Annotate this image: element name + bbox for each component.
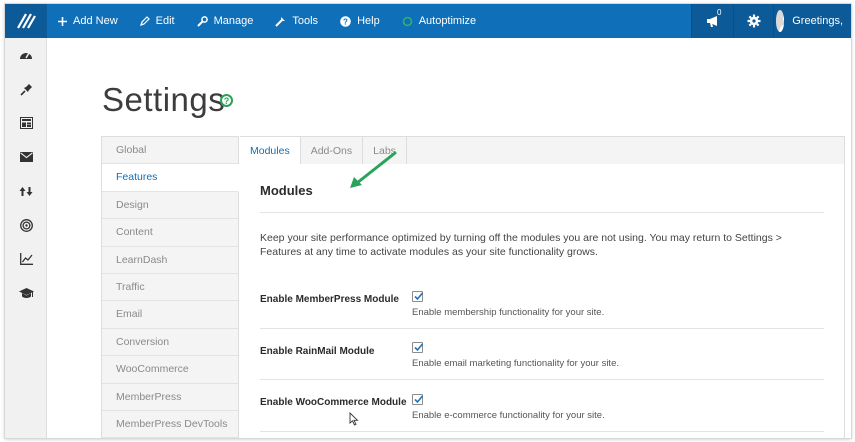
- notifications-button[interactable]: 0: [691, 4, 733, 38]
- checkmark-icon: [414, 343, 424, 352]
- nav-item-memberpress[interactable]: MemberPress: [102, 384, 238, 411]
- browser-window: Add New Edit Manage Tools ? Help Autopti…: [5, 4, 851, 438]
- memberpress-module-checkbox[interactable]: [412, 291, 424, 302]
- divider: [260, 379, 824, 380]
- sidebar-item-analytics[interactable]: [5, 242, 47, 276]
- tools-menu[interactable]: Tools: [264, 4, 329, 38]
- sidebar-item-dashboard[interactable]: [5, 38, 47, 72]
- wrench-icon: [196, 15, 208, 27]
- sidebar-item-courses[interactable]: [5, 276, 47, 310]
- section-heading: Modules: [260, 183, 313, 198]
- gear-icon: [747, 14, 760, 28]
- nav-item-global[interactable]: Global: [102, 137, 238, 165]
- greeting-text: Greetings,: [792, 15, 843, 27]
- left-sidebar: [5, 38, 47, 438]
- plus-icon: [58, 16, 67, 26]
- avatar: [776, 10, 785, 32]
- site-logo[interactable]: [5, 4, 47, 38]
- manage-menu[interactable]: Manage: [186, 4, 265, 38]
- modules-panel: Modules Keep your site performance optim…: [240, 164, 845, 438]
- annotation-arrow: [350, 151, 397, 188]
- nav-item-conversion[interactable]: Conversion: [102, 329, 238, 357]
- envelope-icon: [19, 152, 33, 162]
- checkmark-icon: [414, 292, 424, 301]
- help-circle-icon[interactable]: ?: [220, 94, 233, 107]
- pencil-icon: [139, 16, 150, 26]
- manage-label: Manage: [213, 15, 254, 27]
- edit-label: Edit: [155, 15, 175, 27]
- autoptimize-menu[interactable]: Autoptimize: [391, 4, 487, 38]
- checkmark-icon: [414, 395, 424, 404]
- tab-modules[interactable]: Modules: [240, 137, 301, 166]
- sidebar-item-transfer[interactable]: [5, 174, 47, 208]
- main-content: Settings ? Global Features Design Conten…: [47, 38, 851, 438]
- logo-stripes-icon: [17, 13, 36, 29]
- memberpress-module-description: Enable membership functionality for your…: [412, 307, 605, 318]
- notification-count: 0: [717, 8, 722, 17]
- nav-item-features[interactable]: Features: [102, 164, 239, 192]
- autoptimize-label: Autoptimize: [418, 15, 477, 27]
- intro-text: Keep your site performance optimized by …: [260, 232, 782, 258]
- sidebar-item-target[interactable]: [5, 208, 47, 242]
- sidebar-item-pin[interactable]: [5, 72, 47, 106]
- pushpin-icon: [19, 83, 32, 96]
- divider: [260, 431, 824, 432]
- nav-item-content[interactable]: Content: [102, 219, 238, 247]
- feature-tabs: Modules Add-Ons Labs: [240, 136, 845, 166]
- settings-nav: Global Features Design Content LearnDash…: [101, 136, 239, 438]
- user-account-menu[interactable]: Greetings,: [773, 4, 851, 38]
- nav-item-email[interactable]: Email: [102, 301, 238, 329]
- svg-text:?: ?: [343, 17, 348, 26]
- woocommerce-module-description: Enable e-commerce functionality for your…: [412, 410, 605, 421]
- page-title: Settings: [102, 81, 226, 118]
- question-icon: ?: [340, 15, 351, 27]
- nav-item-learndash[interactable]: LearnDash: [102, 247, 238, 274]
- layout-grid-icon: [19, 117, 33, 129]
- line-chart-icon: [19, 253, 33, 265]
- tools-icon: [275, 16, 286, 27]
- mouse-cursor-icon: [349, 412, 359, 426]
- help-menu[interactable]: ? Help: [329, 4, 391, 38]
- woocommerce-module-label: Enable WooCommerce Module: [260, 397, 407, 408]
- divider: [260, 212, 824, 213]
- help-label: Help: [357, 15, 380, 27]
- nav-item-memberpress-devtools[interactable]: MemberPress DevTools: [102, 411, 238, 438]
- up-down-arrows-icon: [19, 186, 33, 196]
- dashboard-gauge-icon: [20, 52, 32, 59]
- divider: [260, 328, 824, 329]
- add-new-label: Add New: [73, 15, 118, 27]
- topbar-right-group: 0 Greetings,: [691, 4, 851, 38]
- nav-item-design[interactable]: Design: [102, 192, 238, 220]
- sidebar-item-mail[interactable]: [5, 140, 47, 174]
- admin-top-bar: Add New Edit Manage Tools ? Help Autopti…: [5, 4, 851, 38]
- settings-gear-button[interactable]: [733, 4, 773, 38]
- add-new-menu[interactable]: Add New: [47, 4, 129, 38]
- graduation-cap-icon: [18, 287, 34, 298]
- sidebar-item-layout[interactable]: [5, 106, 47, 140]
- woocommerce-module-checkbox[interactable]: [412, 394, 424, 405]
- rainmail-module-description: Enable email marketing functionality for…: [412, 358, 619, 369]
- nav-item-traffic[interactable]: Traffic: [102, 274, 238, 302]
- target-icon: [19, 218, 33, 232]
- tools-label: Tools: [292, 15, 319, 27]
- nav-item-woocommerce[interactable]: WooCommerce: [102, 356, 238, 384]
- status-circle-icon: [402, 16, 413, 27]
- memberpress-module-label: Enable MemberPress Module: [260, 294, 399, 305]
- edit-menu[interactable]: Edit: [129, 4, 186, 38]
- rainmail-module-checkbox[interactable]: [412, 342, 424, 353]
- rainmail-module-label: Enable RainMail Module: [260, 346, 375, 357]
